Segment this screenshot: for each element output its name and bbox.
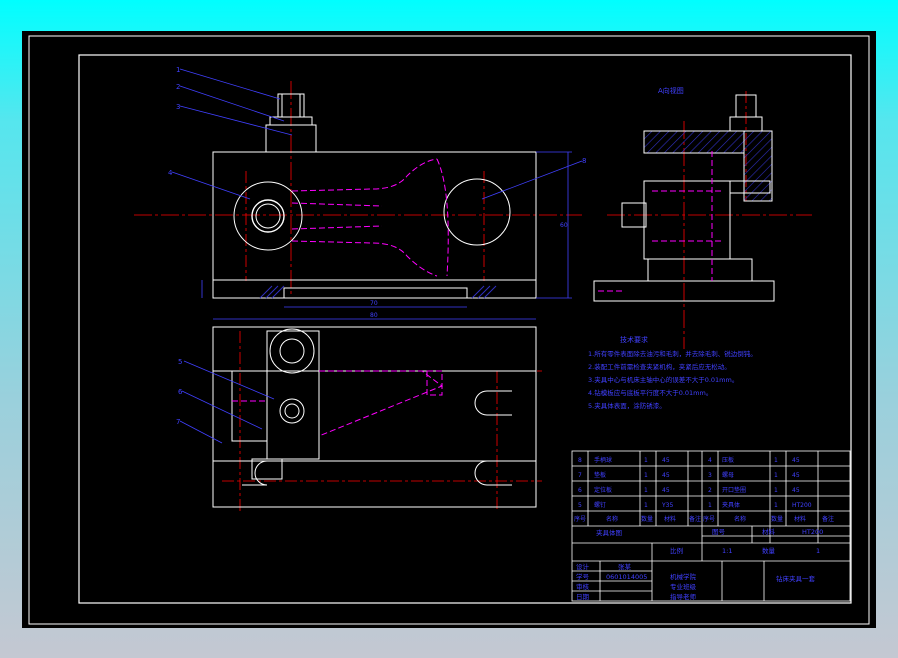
parts-header-mat: 材料 (664, 515, 676, 523)
check-label: 审核 (576, 582, 590, 591)
part-name: 钻床夹具一套 (776, 574, 816, 583)
side-view: A向视图 (593, 86, 812, 349)
parts-row-2-name2: 螺母 (722, 471, 734, 479)
technical-notes: 技术要求 1.所有零件表面除去油污和毛刺，并去除毛刺、锐边倒钝。 2.装配工件前… (588, 335, 757, 410)
front-view: 70 80 60 1 2 3 4 8 (134, 66, 586, 320)
parts-header-no: 序号 (574, 515, 586, 523)
parts-row-1-name2: 压板 (722, 456, 734, 464)
parts-row-2-qty2: 1 (774, 472, 778, 479)
parts-header-note: 备注 (689, 515, 701, 523)
qty-label: 数量 (762, 546, 776, 555)
parts-row-3-mat: 45 (662, 487, 670, 494)
parts-row-4-qty: 1 (644, 502, 648, 509)
note-line-1: 1.所有零件表面除去油污和毛刺，并去除毛刺、锐边倒钝。 (588, 349, 757, 358)
parts-row-4-qty2: 1 (774, 502, 778, 509)
note-line-3: 3.夹具中心与机床主轴中心的误差不大于0.01mm。 (588, 375, 738, 384)
note-line-5: 5.夹具体表面，涂防锈漆。 (588, 401, 666, 410)
school-line-3: 指导老师 (670, 592, 697, 601)
callout-8: 8 (582, 157, 586, 165)
parts-header-no2: 序号 (703, 515, 715, 523)
parts-row-3-name2: 开口垫圈 (722, 486, 746, 494)
designer-label: 设计 (576, 562, 590, 571)
side-view-label: A向视图 (658, 86, 684, 95)
scale-value: 1:1 (722, 547, 732, 555)
title-block-text: 夹具体图 图号 材料 HT200 比例 1:1 数量 1 设计 张某 学号 06… (576, 527, 823, 601)
dim-base-width: 80 (370, 312, 378, 319)
parts-row-1-mat2: 45 (792, 457, 800, 464)
callout-5: 5 (178, 358, 182, 366)
parts-row-1-no: 8 (578, 457, 582, 464)
callout-3: 3 (176, 103, 180, 111)
callout-4: 4 (168, 169, 173, 177)
dim-height: 60 (560, 222, 568, 229)
parts-row-3-no: 6 (578, 487, 582, 494)
parts-header-name2: 名称 (734, 515, 746, 523)
dim-top-width: 70 (370, 300, 378, 307)
callout-7: 7 (176, 418, 180, 426)
note-line-4: 4.钻模板应与底板平行度不大于0.01mm。 (588, 388, 712, 397)
material-value: HT200 (802, 528, 823, 536)
parts-row-1-qty: 1 (644, 457, 648, 464)
parts-row-4-name: 螺钉 (594, 501, 606, 509)
parts-row-1-qty2: 1 (774, 457, 778, 464)
note-line-2: 2.装配工件前需检查夹紧机构，夹紧后应无松动。 (588, 362, 731, 371)
parts-row-1-name: 手柄球 (594, 456, 612, 464)
parts-row-2-no2: 3 (708, 472, 712, 479)
top-view: 5 6 7 (176, 326, 542, 511)
drawing-name: 夹具体图 (596, 528, 622, 537)
callout-2: 2 (176, 83, 180, 91)
parts-row-4-no: 5 (578, 502, 582, 509)
parts-row-1-mat: 45 (662, 457, 670, 464)
callout-1: 1 (176, 66, 180, 74)
parts-row-4-no2: 1 (708, 502, 712, 509)
designer-value: 张某 (618, 562, 632, 571)
parts-row-4-mat2: HT200 (792, 502, 812, 509)
material-label: 材料 (762, 527, 776, 536)
scale-label: 比例 (670, 546, 683, 555)
parts-header-note2: 备注 (822, 515, 834, 523)
sheet-value: 1 (816, 547, 820, 555)
parts-row-2-name: 垫板 (594, 471, 606, 479)
parts-header-name: 名称 (606, 515, 618, 523)
parts-row-4-mat: Y35 (661, 502, 673, 509)
parts-row-3-no2: 2 (708, 487, 712, 494)
cad-drawing: 70 80 60 1 2 3 4 8 5 6 7 A向视图 技术要求 1.所有零… (28, 35, 870, 625)
parts-header-mat2: 材料 (794, 515, 806, 523)
student-id-label: 学号 (576, 572, 590, 581)
parts-row-3-name: 定位板 (594, 486, 612, 494)
school-line-2: 专业班级 (670, 582, 697, 591)
parts-row-3-qty: 1 (644, 487, 648, 494)
student-id-value: 0601014005 (606, 573, 647, 581)
date-label: 日期 (576, 593, 590, 601)
parts-row-2-mat: 45 (662, 472, 670, 479)
parts-row-4-name2: 夹具体 (722, 501, 740, 509)
parts-row-2-qty: 1 (644, 472, 648, 479)
school-line-1: 机械学院 (670, 572, 697, 581)
parts-row-1-no2: 4 (708, 457, 712, 464)
cad-viewport[interactable]: 70 80 60 1 2 3 4 8 5 6 7 A向视图 技术要求 1.所有零… (22, 31, 876, 628)
notes-title: 技术要求 (620, 335, 648, 344)
parts-header-qty2: 数量 (771, 515, 783, 523)
parts-header-qty: 数量 (641, 515, 653, 523)
parts-row-2-mat2: 45 (792, 472, 800, 479)
callout-6: 6 (178, 388, 183, 396)
parts-row-2-no: 7 (578, 472, 582, 479)
sheet-label: 图号 (712, 528, 726, 536)
parts-row-3-qty2: 1 (774, 487, 778, 494)
parts-row-3-mat2: 45 (792, 487, 800, 494)
